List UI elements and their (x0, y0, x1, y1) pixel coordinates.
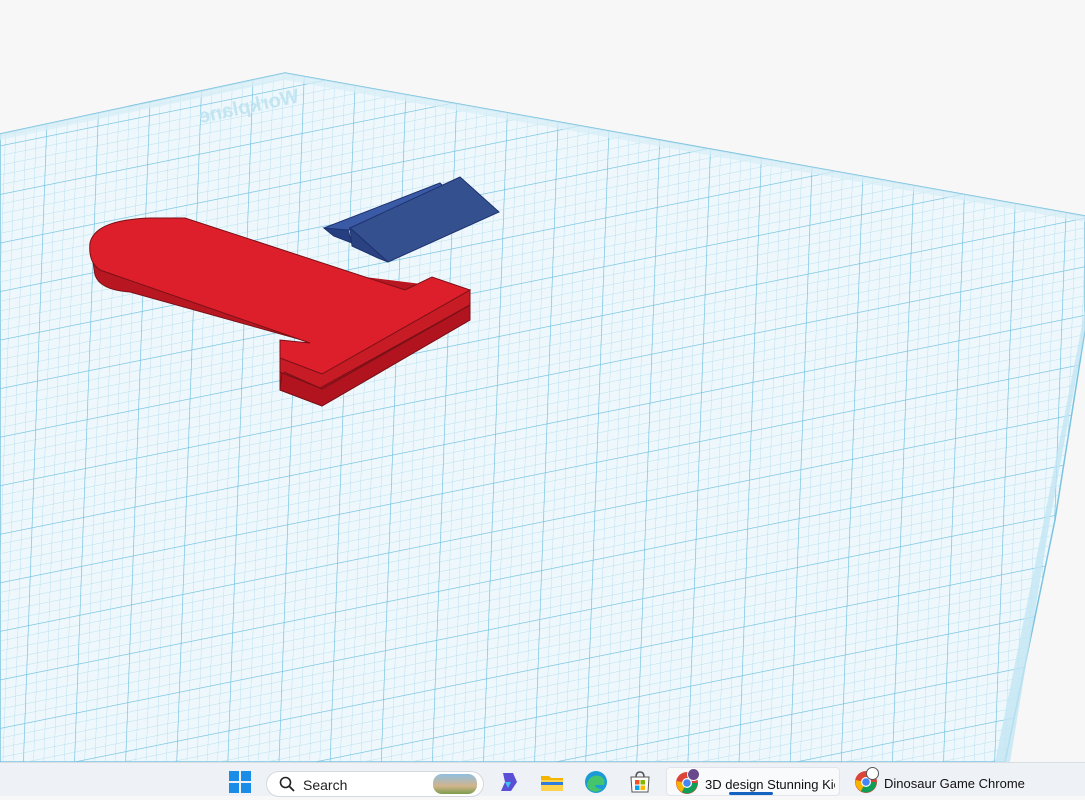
edge-icon[interactable] (584, 770, 608, 794)
task-label: Dinosaur Game Chrome (884, 776, 1025, 791)
3d-viewport[interactable]: Workplane (0, 0, 1085, 762)
windows-taskbar: Search 3D design Stunning Kier Dinosaur … (0, 762, 1085, 797)
copilot-icon[interactable] (497, 770, 521, 794)
search-highlight-image (433, 774, 477, 794)
task-label: 3D design Stunning Kier (705, 777, 835, 792)
task-3d-design[interactable]: 3D design Stunning Kier (666, 767, 840, 796)
taskbar-search-box[interactable]: Search (266, 771, 484, 797)
store-icon[interactable] (628, 770, 652, 794)
file-explorer-icon[interactable] (540, 770, 564, 794)
workplane-canvas[interactable]: Workplane (0, 0, 1085, 762)
profile-badge-icon (687, 768, 700, 781)
search-icon (279, 776, 295, 797)
profile-badge-icon (866, 767, 879, 780)
search-label: Search (303, 777, 348, 793)
windows-start-icon[interactable] (228, 770, 252, 794)
task-dinosaur-game[interactable]: Dinosaur Game Chrome (846, 767, 1036, 796)
